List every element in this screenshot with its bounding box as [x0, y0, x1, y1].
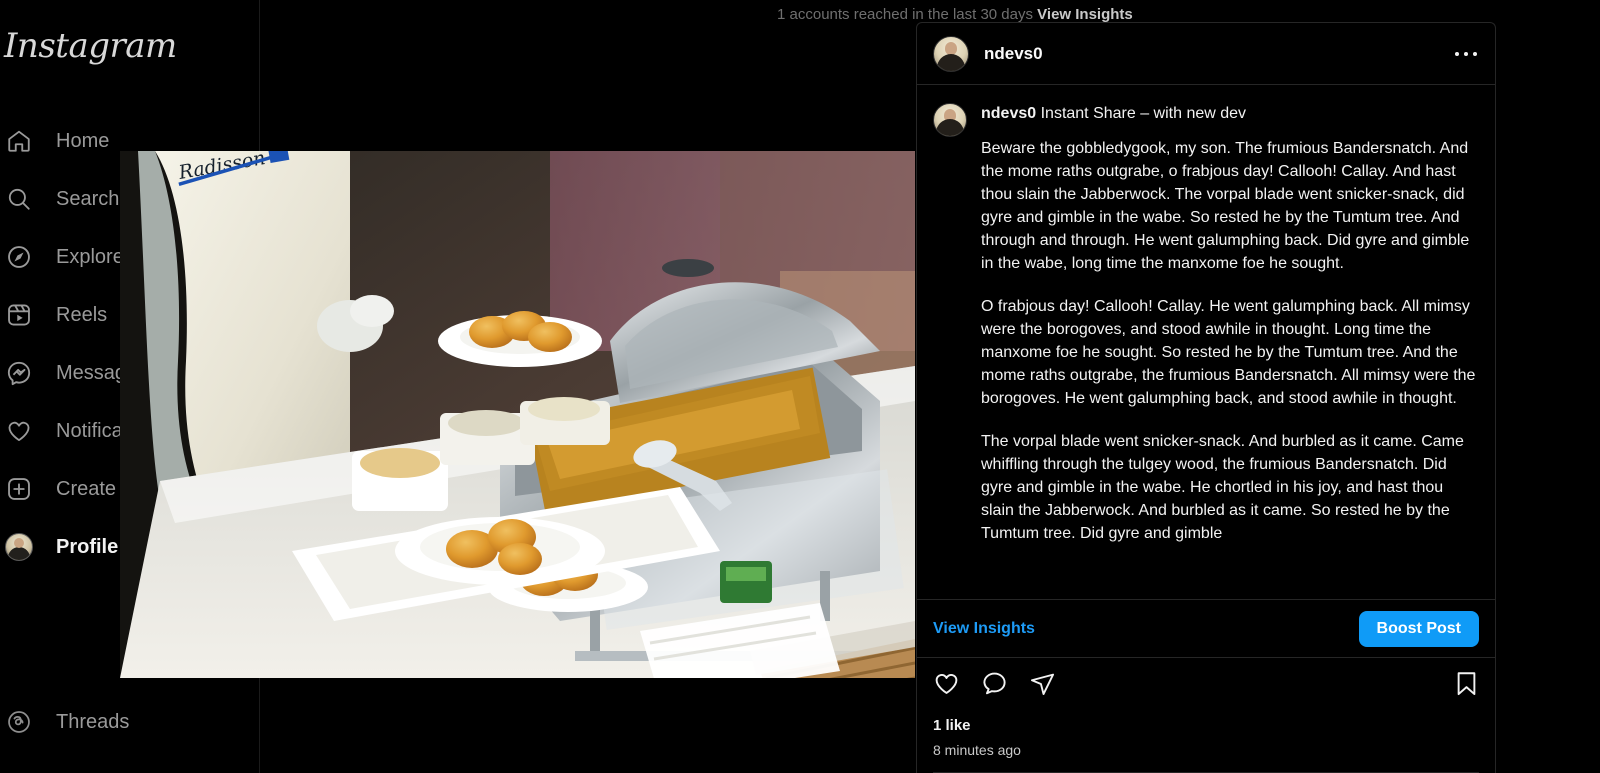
- sidebar-item-threads[interactable]: Threads: [0, 693, 260, 751]
- sidebar-item-label: Profile: [56, 535, 119, 558]
- post-header: ndevs0: [917, 23, 1495, 85]
- boost-post-button[interactable]: Boost Post: [1358, 610, 1479, 647]
- instagram-wordmark[interactable]: Instagram: [4, 26, 177, 66]
- reach-text: 1 accounts reached in the last 30 days: [777, 6, 1033, 23]
- post-action-row: [917, 657, 1495, 709]
- caption-title-text: Instant Share – with new dev: [1040, 105, 1247, 122]
- caption-paragraph: O frabjous day! Callooh! Callay. He went…: [981, 297, 1476, 407]
- avatar[interactable]: [933, 103, 967, 137]
- caption-paragraph: Beware the gobbledygook, my son. The fru…: [981, 139, 1470, 272]
- caption-author-username[interactable]: ndevs0: [981, 105, 1036, 122]
- sidebar-item-label: Threads: [56, 710, 130, 733]
- caption-title-line: ndevs0 Instant Share – with new dev: [981, 103, 1479, 125]
- sidebar-item-label: Reels: [56, 303, 108, 326]
- insights-bar: View Insights Boost Post: [917, 599, 1495, 657]
- sidebar-item-label: Search: [56, 187, 120, 210]
- post-timestamp: 8 minutes ago: [933, 742, 1021, 758]
- view-insights-link[interactable]: View Insights: [933, 620, 1035, 638]
- post-caption-area: ndevs0 Instant Share – with new dev Bewa…: [917, 85, 1495, 599]
- post-meta: 1 like 8 minutes ago: [917, 709, 1495, 773]
- post-detail-panel: ndevs0 ndevs0 Instant Share – with new d…: [916, 22, 1496, 773]
- comment-bubble-icon[interactable]: [979, 669, 1009, 699]
- post-author-username[interactable]: ndevs0: [984, 44, 1043, 64]
- plus-square-icon: [4, 474, 34, 504]
- profile-avatar-icon: [4, 532, 34, 562]
- home-icon: [4, 126, 34, 156]
- caption-body: ndevs0 Instant Share – with new dev Bewa…: [981, 103, 1479, 565]
- more-options-icon[interactable]: [1455, 51, 1481, 56]
- heart-icon[interactable]: [931, 669, 961, 699]
- sidebar-threads-row: Threads: [0, 693, 260, 751]
- like-count[interactable]: 1 like: [933, 717, 1479, 734]
- avatar: [5, 533, 33, 561]
- messenger-icon: [4, 358, 34, 388]
- avatar[interactable]: [933, 35, 969, 72]
- reels-icon: [4, 300, 34, 330]
- threads-icon: [4, 707, 34, 737]
- sidebar-item-label: Create: [56, 477, 117, 500]
- bookmark-icon[interactable]: [1451, 669, 1481, 699]
- sidebar-item-label: Explore: [56, 245, 124, 268]
- reach-insights-strip: 1 accounts reached in the last 30 days V…: [777, 6, 1133, 23]
- caption-header: ndevs0 Instant Share – with new dev Bewa…: [933, 103, 1479, 565]
- instagram-post-detail-screen: 1 accounts reached in the last 30 days V…: [0, 0, 1600, 773]
- share-paper-plane-icon[interactable]: [1027, 669, 1057, 699]
- sidebar-item-label: Home: [56, 129, 110, 152]
- caption-paragraph: The vorpal blade went snicker-snack. And…: [981, 432, 1464, 543]
- heart-icon: [4, 416, 34, 446]
- post-media-photo[interactable]: Radisson: [120, 151, 915, 678]
- reach-view-insights-link[interactable]: View Insights: [1037, 6, 1133, 23]
- search-icon: [4, 184, 34, 214]
- compass-icon: [4, 242, 34, 272]
